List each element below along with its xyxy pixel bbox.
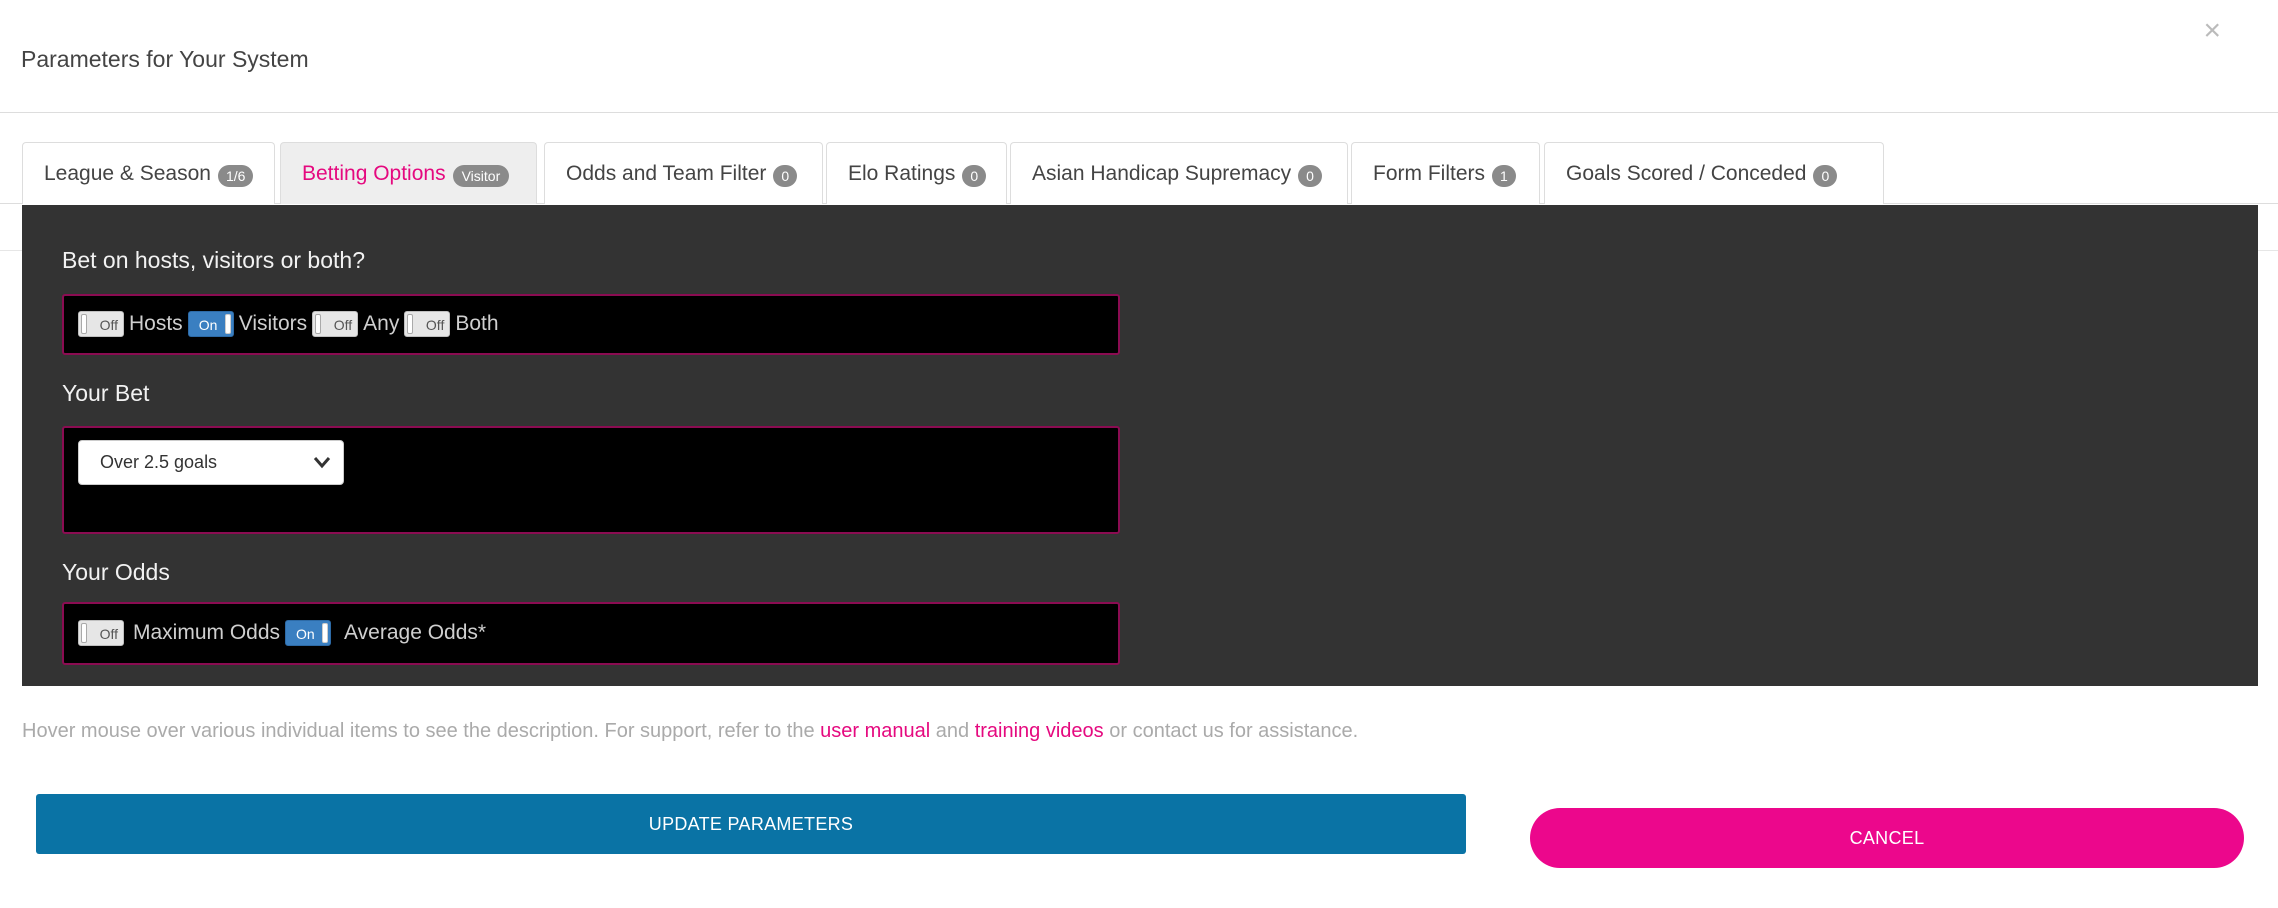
- your-odds-toggles: Off Maximum Odds On Average Odds*: [78, 620, 491, 646]
- tab-label: Form Filters: [1373, 161, 1485, 185]
- visitors-toggle[interactable]: On: [187, 311, 234, 337]
- modal-header: Parameters for Your System ×: [0, 0, 2278, 113]
- tab-label: Betting Options: [302, 161, 446, 185]
- close-icon[interactable]: ×: [2203, 16, 2221, 46]
- betting-options-panel: Bet on hosts, visitors or both? Off Host…: [22, 205, 2258, 686]
- tab-badge: 1: [1492, 164, 1516, 187]
- help-text-prefix: Hover mouse over various individual item…: [22, 720, 821, 742]
- tab-badge: 0: [1298, 164, 1322, 187]
- hosts-label: Hosts: [129, 312, 183, 335]
- tab-form-filters[interactable]: Form Filters 1: [1351, 142, 1540, 204]
- update-parameters-button[interactable]: UPDATE PARAMETERS: [36, 794, 1466, 854]
- tab-label: Asian Handicap Supremacy: [1032, 161, 1292, 185]
- maximum-odds-label: Maximum Odds: [133, 621, 281, 644]
- average-odds-label: Average Odds*: [344, 621, 487, 644]
- maximum-odds-toggle[interactable]: Off: [78, 620, 124, 646]
- your-bet-box: Over 2.5 goals: [62, 426, 1120, 534]
- help-text-suffix: or contact us for assistance.: [1103, 720, 1359, 742]
- tab-goals-scored-conceded[interactable]: Goals Scored / Conceded 0: [1544, 142, 1884, 204]
- tab-badge: 0: [773, 164, 798, 187]
- your-odds-box: Off Maximum Odds On Average Odds*: [62, 602, 1120, 665]
- tab-badge: 0: [1813, 164, 1838, 187]
- cancel-button[interactable]: CANCEL: [1530, 808, 2244, 868]
- tab-badge: 1/6: [217, 164, 254, 187]
- tab-elo-ratings[interactable]: Elo Ratings 0: [826, 142, 1007, 204]
- tab-badge: Visitor: [452, 164, 510, 187]
- tab-odds-team-filter[interactable]: Odds and Team Filter 0: [544, 142, 823, 204]
- tab-label: Goals Scored / Conceded: [1566, 161, 1807, 185]
- tab-betting-options[interactable]: Betting Options Visitor: [280, 142, 537, 204]
- bet-on-box: Off Hosts On Visitors Off Any Off Both: [62, 294, 1120, 355]
- user-manual-link[interactable]: user manual: [820, 720, 930, 742]
- tab-label: Elo Ratings: [848, 161, 956, 185]
- bet-type-value: Over 2.5 goals: [100, 452, 218, 472]
- modal-title: Parameters for Your System: [21, 46, 309, 72]
- bet-on-label: Bet on hosts, visitors or both?: [62, 247, 365, 273]
- chevron-down-icon: [313, 457, 331, 469]
- tab-badge: 0: [962, 164, 987, 187]
- any-label: Any: [363, 312, 400, 335]
- tab-label: Odds and Team Filter: [566, 161, 767, 185]
- tab-label: League & Season: [44, 161, 211, 185]
- help-text: Hover mouse over various individual item…: [22, 720, 1358, 743]
- both-toggle[interactable]: Off: [404, 311, 451, 337]
- bet-type-select[interactable]: Over 2.5 goals: [78, 440, 344, 485]
- bet-on-toggles: Off Hosts On Visitors Off Any Off Both: [78, 311, 504, 337]
- tab-league-season[interactable]: League & Season 1/6: [22, 142, 275, 204]
- training-videos-link[interactable]: training videos: [975, 720, 1104, 742]
- tab-bar: League & Season 1/6 Betting Options Visi…: [22, 142, 2258, 205]
- help-text-middle: and: [930, 720, 975, 742]
- hosts-toggle[interactable]: Off: [78, 311, 124, 337]
- tab-asian-handicap-supremacy[interactable]: Asian Handicap Supremacy 0: [1010, 142, 1348, 204]
- both-label: Both: [455, 312, 499, 335]
- any-toggle[interactable]: Off: [312, 311, 359, 337]
- your-odds-label: Your Odds: [62, 559, 170, 585]
- parameters-modal: Parameters for Your System × League & Se…: [0, 0, 2278, 908]
- average-odds-toggle[interactable]: On: [285, 620, 332, 646]
- your-bet-label: Your Bet: [62, 380, 150, 406]
- visitors-label: Visitors: [238, 312, 308, 335]
